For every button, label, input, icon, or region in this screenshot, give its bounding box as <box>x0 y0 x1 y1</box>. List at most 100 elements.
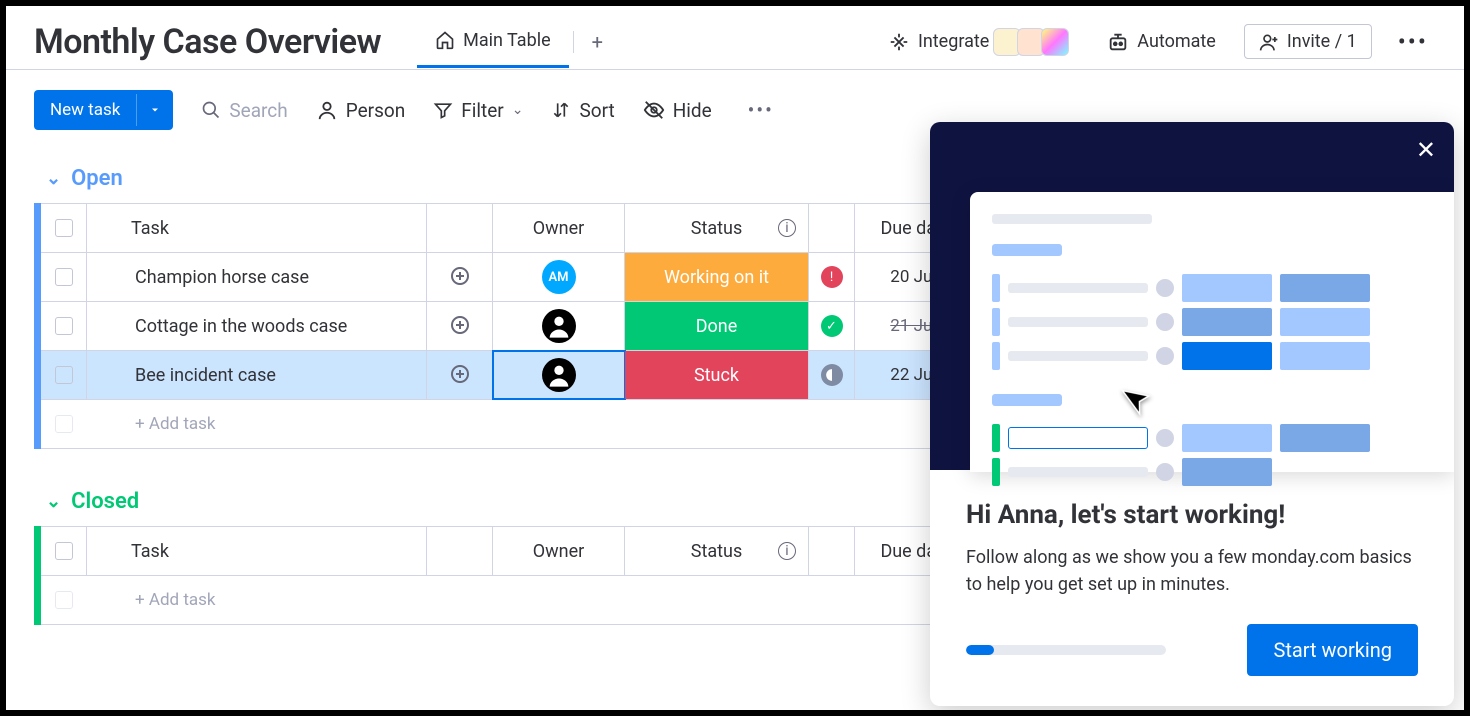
automate-label: Automate <box>1137 31 1216 52</box>
checkbox[interactable] <box>55 219 73 237</box>
row-checkbox-cell[interactable] <box>41 253 87 301</box>
start-working-button[interactable]: Start working <box>1247 624 1418 676</box>
owner-cell[interactable]: AM <box>493 253 625 301</box>
person-filter-button[interactable]: Person <box>316 99 406 122</box>
tab-label: Main Table <box>463 30 551 51</box>
sort-icon <box>551 100 571 120</box>
conversation-cell[interactable] <box>427 253 493 301</box>
status-cell[interactable]: Working on it <box>625 253 809 301</box>
info-icon[interactable]: i <box>778 542 796 560</box>
group-color-bar <box>34 203 41 449</box>
status-cell[interactable]: Stuck <box>625 351 809 399</box>
status-value: Stuck <box>625 351 808 399</box>
popup-body: Hi Anna, let's start working! Follow alo… <box>930 470 1454 624</box>
person-plus-icon <box>1259 32 1279 52</box>
row-checkbox-cell <box>41 400 87 448</box>
clock-icon <box>821 364 843 386</box>
conversation-cell[interactable] <box>427 302 493 350</box>
chevron-down-icon: ⌄ <box>46 168 61 189</box>
col-task[interactable]: Task <box>87 204 427 252</box>
conversation-cell[interactable] <box>427 351 493 399</box>
col-owner[interactable]: Owner <box>493 527 625 575</box>
filter-button[interactable]: Filter ⌄ <box>433 99 523 122</box>
col-status-label: Status <box>691 218 742 239</box>
progress-fill <box>966 645 994 655</box>
onboarding-popup: ✕ Hi Anna, let's start working! Follow a… <box>930 122 1454 706</box>
new-task-dropdown[interactable] <box>136 94 173 126</box>
status-cell[interactable]: Done <box>625 302 809 350</box>
add-tab-button[interactable]: + <box>578 22 617 62</box>
new-task-label[interactable]: New task <box>34 90 136 130</box>
tab-main-table[interactable]: Main Table <box>417 16 569 68</box>
task-name-cell[interactable]: Bee incident case <box>87 351 427 399</box>
status-icon-cell <box>809 351 855 399</box>
owner-cell[interactable] <box>493 302 625 350</box>
row-checkbox-cell[interactable] <box>41 302 87 350</box>
info-icon[interactable]: i <box>778 219 796 237</box>
integrate-label: Integrate <box>918 31 989 52</box>
popup-illustration <box>970 192 1454 472</box>
group-closed-label: Closed <box>71 489 139 514</box>
alert-icon: ! <box>821 266 843 288</box>
task-name-cell[interactable]: Cottage in the woods case <box>87 302 427 350</box>
status-value: Done <box>625 302 808 350</box>
checkbox <box>55 415 73 433</box>
robot-icon <box>1107 31 1129 53</box>
task-name-cell[interactable]: Champion horse case <box>87 253 427 301</box>
popup-footer: Start working <box>930 624 1454 706</box>
invite-label: Invite / 1 <box>1287 31 1357 52</box>
group-color-bar <box>34 526 41 625</box>
filter-icon <box>433 100 453 120</box>
sort-label: Sort <box>579 99 614 122</box>
onboarding-progress <box>966 645 1166 655</box>
col-status[interactable]: Status i <box>625 527 809 575</box>
search-placeholder: Search <box>229 99 287 122</box>
home-icon <box>435 30 455 50</box>
more-menu-button[interactable]: ••• <box>1390 28 1436 56</box>
toolbar-more-button[interactable]: ••• <box>740 98 782 122</box>
owner-avatar <box>542 358 576 392</box>
checkbox[interactable] <box>55 366 73 384</box>
integrate-button[interactable]: Integrate <box>878 22 1079 62</box>
close-button[interactable]: ✕ <box>1416 136 1436 164</box>
person-label: Person <box>346 99 406 122</box>
new-task-button[interactable]: New task <box>34 90 173 130</box>
owner-cell[interactable] <box>493 351 625 399</box>
person-icon <box>545 361 573 389</box>
header-actions: Integrate Automate Invite / 1 ••• <box>878 22 1436 62</box>
chevron-down-icon <box>149 104 161 116</box>
checkbox <box>55 591 73 609</box>
checkbox[interactable] <box>55 317 73 335</box>
row-checkbox-cell[interactable] <box>41 351 87 399</box>
chevron-down-icon: ⌄ <box>46 491 61 512</box>
col-conversation <box>427 527 493 575</box>
popup-hero: ✕ <box>930 122 1454 470</box>
automate-button[interactable]: Automate <box>1097 25 1226 59</box>
filter-label: Filter <box>461 99 503 122</box>
board-title: Monthly Case Overview <box>34 22 381 62</box>
checkbox[interactable] <box>55 542 73 560</box>
search-button[interactable]: Search <box>201 99 287 122</box>
sort-button[interactable]: Sort <box>551 99 614 122</box>
checkbox[interactable] <box>55 268 73 286</box>
popup-title: Hi Anna, let's start working! <box>966 500 1418 530</box>
hide-button[interactable]: Hide <box>643 99 712 122</box>
integrate-icon <box>888 31 910 53</box>
owner-avatar: AM <box>542 260 576 294</box>
person-icon <box>316 99 338 121</box>
select-all-cell[interactable] <box>41 527 87 575</box>
board-header: Monthly Case Overview Main Table + Integ… <box>6 6 1464 70</box>
select-all-cell[interactable] <box>41 204 87 252</box>
col-status[interactable]: Status i <box>625 204 809 252</box>
tab-separator <box>573 31 574 53</box>
close-icon: ✕ <box>1416 136 1436 164</box>
col-conversation <box>427 204 493 252</box>
group-open-label: Open <box>71 166 123 191</box>
col-task[interactable]: Task <box>87 527 427 575</box>
invite-button[interactable]: Invite / 1 <box>1244 24 1372 59</box>
integration-badges <box>997 28 1069 56</box>
hide-label: Hide <box>673 99 712 122</box>
search-icon <box>201 100 221 120</box>
check-icon: ✓ <box>821 315 843 337</box>
col-owner[interactable]: Owner <box>493 204 625 252</box>
